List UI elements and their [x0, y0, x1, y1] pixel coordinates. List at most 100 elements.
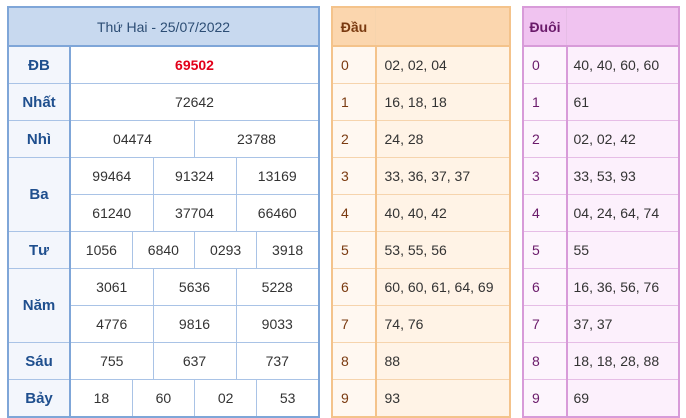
- dau-key: 8: [331, 342, 377, 380]
- duoi-row: 9 69: [522, 379, 680, 418]
- prize-ba-value: 37704: [152, 194, 237, 232]
- prize-label-nam: Năm: [7, 268, 71, 343]
- dau-value: 74, 76: [375, 305, 511, 343]
- dau-row: 9 93: [331, 379, 511, 418]
- dau-value: 53, 55, 56: [375, 231, 511, 269]
- dau-key: 5: [331, 231, 377, 269]
- prize-nhi-value: 23788: [194, 120, 320, 158]
- dau-key: 4: [331, 194, 377, 232]
- prize-nam-value: 4776: [69, 305, 154, 343]
- duoi-key: 9: [522, 379, 568, 418]
- dau-row: 5 53, 55, 56: [331, 231, 511, 269]
- dau-key: 0: [331, 45, 377, 84]
- dau-key: 6: [331, 268, 377, 306]
- dau-value: 60, 60, 61, 64, 69: [375, 268, 511, 306]
- duoi-header: Đuôi: [522, 6, 567, 47]
- prize-row-tu: Tư 1056 6840 0293 3918: [7, 231, 320, 269]
- dau-key: 3: [331, 157, 377, 195]
- duoi-value: 69: [566, 379, 680, 418]
- duoi-table: Đuôi 0 40, 40, 60, 60 1 61 2 02, 02, 42 3 33…: [522, 6, 680, 418]
- dau-value: 24, 28: [375, 120, 511, 158]
- dau-table: Đầu 0 02, 02, 04 1 16, 18, 18 2 24, 28 3 33,…: [331, 6, 511, 418]
- duoi-row: 7 37, 37: [522, 305, 680, 343]
- duoi-key: 4: [522, 194, 568, 232]
- prize-nhat-value: 72642: [69, 83, 320, 121]
- duoi-row: 1 61: [522, 83, 680, 121]
- prize-ba-value: 66460: [235, 194, 320, 232]
- duoi-key: 3: [522, 157, 568, 195]
- dau-row: 3 33, 36, 37, 37: [331, 157, 511, 195]
- prize-bay-value: 53: [256, 379, 320, 418]
- prize-label-tu: Tư: [7, 231, 71, 269]
- duoi-row: 8 18, 18, 28, 88: [522, 342, 680, 380]
- duoi-value: 33, 53, 93: [566, 157, 680, 195]
- prize-sau-value: 755: [69, 342, 154, 380]
- dau-row: 4 40, 40, 42: [331, 194, 511, 232]
- dau-value: 02, 02, 04: [375, 45, 511, 84]
- duoi-row: 5 55: [522, 231, 680, 269]
- dau-row: 7 74, 76: [331, 305, 511, 343]
- prize-label-db: ĐB: [7, 45, 71, 84]
- prize-ba-value: 61240: [69, 194, 154, 232]
- duoi-value: 02, 02, 42: [566, 120, 680, 158]
- prize-nhi-value: 04474: [69, 120, 195, 158]
- dau-row: 0 02, 02, 04: [331, 45, 511, 84]
- prize-ba-value: 13169: [235, 157, 320, 195]
- prize-bay-value: 60: [131, 379, 196, 418]
- prize-row-db: ĐB 69502: [7, 45, 320, 84]
- duoi-key: 0: [522, 45, 568, 84]
- dau-header: Đầu: [331, 6, 376, 47]
- duoi-value: 61: [566, 83, 680, 121]
- prize-ba-value: 91324: [152, 157, 237, 195]
- duoi-key: 6: [522, 268, 568, 306]
- duoi-row: 4 04, 24, 64, 74: [522, 194, 680, 232]
- dau-value: 93: [375, 379, 511, 418]
- prize-nam-value: 9816: [152, 305, 237, 343]
- duoi-row: 3 33, 53, 93: [522, 157, 680, 195]
- prize-tu-value: 6840: [131, 231, 196, 269]
- duoi-row: 6 16, 36, 56, 76: [522, 268, 680, 306]
- prize-row-nhi: Nhì 04474 23788: [7, 120, 320, 158]
- dau-key: 7: [331, 305, 377, 343]
- duoi-row: 2 02, 02, 42: [522, 120, 680, 158]
- duoi-value: 37, 37: [566, 305, 680, 343]
- dau-row: 1 16, 18, 18: [331, 83, 511, 121]
- duoi-value: 40, 40, 60, 60: [566, 45, 680, 84]
- dau-value: 33, 36, 37, 37: [375, 157, 511, 195]
- prize-sau-value: 737: [235, 342, 320, 380]
- prize-row-nhat: Nhất 72642: [7, 83, 320, 121]
- dau-header-blank: [375, 6, 511, 47]
- prize-tu-value: 1056: [69, 231, 133, 269]
- prize-label-nhat: Nhất: [7, 83, 71, 121]
- prize-label-bay: Bảy: [7, 379, 71, 418]
- dau-value: 40, 40, 42: [375, 194, 511, 232]
- dau-row: 2 24, 28: [331, 120, 511, 158]
- dau-row: 6 60, 60, 61, 64, 69: [331, 268, 511, 306]
- prize-tu-value: 3918: [256, 231, 320, 269]
- prize-label-nhi: Nhì: [7, 120, 71, 158]
- prize-row-sau: Sáu 755 637 737: [7, 342, 320, 380]
- prize-nam-value: 3061: [69, 268, 154, 306]
- prize-nam-value: 5228: [235, 268, 320, 306]
- dau-key: 9: [331, 379, 377, 418]
- duoi-key: 5: [522, 231, 568, 269]
- dau-row: 8 88: [331, 342, 511, 380]
- prize-ba-value: 99464: [69, 157, 154, 195]
- duoi-value: 18, 18, 28, 88: [566, 342, 680, 380]
- duoi-value: 55: [566, 231, 680, 269]
- prize-nam-value: 9033: [235, 305, 320, 343]
- prize-row-ba: Ba 99464 91324 13169: [7, 157, 320, 232]
- dau-value: 16, 18, 18: [375, 83, 511, 121]
- duoi-row: 0 40, 40, 60, 60: [522, 45, 680, 84]
- prize-nam-value: 5636: [152, 268, 237, 306]
- prize-row-nam: Năm 3061 5636 5228: [7, 268, 320, 343]
- results-title: Thứ Hai - 25/07/2022: [7, 6, 320, 47]
- prize-bay-value: 18: [69, 379, 133, 418]
- dau-key: 2: [331, 120, 377, 158]
- prize-label-ba: Ba: [7, 157, 71, 232]
- duoi-key: 1: [522, 83, 568, 121]
- duoi-value: 04, 24, 64, 74: [566, 194, 680, 232]
- results-table: Thứ Hai - 25/07/2022 ĐB 69502 Nhất 72642…: [7, 6, 320, 418]
- duoi-value: 16, 36, 56, 76: [566, 268, 680, 306]
- prize-tu-value: 0293: [193, 231, 258, 269]
